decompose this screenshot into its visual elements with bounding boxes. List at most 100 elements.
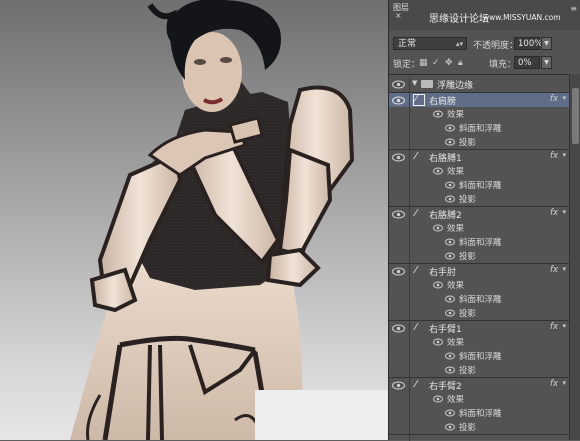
document-canvas[interactable] [0, 0, 388, 440]
visibility-column [389, 406, 410, 421]
scrollbar-thumb[interactable] [572, 88, 579, 144]
layer-row[interactable]: ⁄ 右胳膊2 fx ▾ [389, 206, 569, 221]
effect-row[interactable]: 斜面和浮雕 [389, 235, 569, 250]
effects-label: 效果 [447, 167, 465, 177]
effects-row[interactable]: 效果 [389, 335, 569, 350]
chevron-down-icon[interactable]: ▾ [562, 379, 566, 387]
fx-icon[interactable]: fx [550, 322, 558, 332]
effects-row[interactable]: 效果 [389, 107, 569, 122]
chevron-down-icon[interactable]: ▾ [562, 94, 566, 102]
layer-name: 右胳膊1 [429, 154, 462, 164]
eye-icon[interactable] [445, 124, 455, 132]
layer-row[interactable]: ⁄ 右肩膀 fx ▾ [389, 92, 569, 107]
eye-icon[interactable] [445, 238, 455, 246]
brush-icon: ⁄ [415, 94, 417, 105]
fx-icon[interactable]: fx [550, 94, 558, 104]
eye-icon[interactable] [392, 80, 405, 89]
layer-row[interactable]: ⁄ 右胳膊1 fx ▾ [389, 149, 569, 164]
layer-group-row[interactable]: ▼ 浮雕边缘 [389, 77, 569, 92]
lock-brush-icon[interactable]: ✓ [432, 59, 441, 68]
effects-row[interactable]: 效果 [389, 221, 569, 236]
eye-icon[interactable] [445, 181, 455, 189]
effects-row[interactable]: 效果 [389, 278, 569, 293]
fill-dropdown-icon[interactable]: ▼ [541, 56, 552, 69]
eye-icon[interactable] [445, 309, 455, 317]
eye-icon[interactable] [392, 267, 405, 276]
chevron-down-icon[interactable]: ▾ [562, 151, 566, 159]
effect-row[interactable]: 投影 [389, 192, 569, 207]
visibility-column [389, 292, 410, 307]
eye-icon[interactable] [433, 395, 443, 403]
effects-label: 效果 [447, 281, 465, 291]
effect-row[interactable]: 投影 [389, 306, 569, 321]
eye-icon[interactable] [433, 167, 443, 175]
eye-icon[interactable] [445, 409, 455, 417]
effect-row[interactable]: 斜面和浮雕 [389, 349, 569, 364]
panel-menu-icon[interactable]: ≡ [570, 4, 577, 13]
blend-mode-select[interactable]: 正常 ▴▾ [393, 37, 467, 50]
visibility-column [389, 249, 410, 264]
visibility-column [389, 363, 410, 378]
eye-icon[interactable] [392, 324, 405, 333]
eye-icon[interactable] [392, 381, 405, 390]
eye-icon[interactable] [433, 110, 443, 118]
layer-list-scrollbar[interactable] [569, 74, 580, 440]
chevron-down-icon[interactable]: ▾ [562, 208, 566, 216]
opacity-input[interactable]: 100% [514, 37, 542, 50]
eye-icon[interactable] [392, 153, 405, 162]
effect-row[interactable]: 投影 [389, 249, 569, 264]
fx-icon[interactable]: fx [550, 379, 558, 389]
effect-row[interactable]: 斜面和浮雕 [389, 121, 569, 136]
close-icon[interactable]: × [395, 12, 403, 20]
eye-icon[interactable] [433, 224, 443, 232]
eye-icon[interactable] [392, 210, 405, 219]
effect-drop-shadow: 投影 [459, 366, 477, 376]
eye-icon[interactable] [433, 338, 443, 346]
lock-icon[interactable]: 🔒︎ [458, 59, 467, 68]
fx-icon[interactable]: fx [550, 151, 558, 161]
eye-icon[interactable] [445, 138, 455, 146]
opacity-dropdown-icon[interactable]: ▼ [541, 37, 552, 50]
brush-icon: ⁄ [415, 208, 417, 219]
lock-label: 锁定： [393, 60, 421, 70]
eye-icon[interactable] [392, 96, 405, 105]
effect-row[interactable]: 斜面和浮雕 [389, 292, 569, 307]
watermark-text: 思缘设计论坛 [429, 14, 489, 25]
fx-icon[interactable]: fx [550, 208, 558, 218]
chevron-down-icon[interactable]: ▾ [562, 322, 566, 330]
brush-icon: ⁄ [415, 322, 417, 333]
fx-icon[interactable]: fx [550, 265, 558, 275]
collapse-triangle-icon[interactable]: ▼ [412, 79, 417, 87]
eye-icon[interactable] [445, 366, 455, 374]
effects-row[interactable]: 效果 [389, 392, 569, 407]
layer-list: ▼ 浮雕边缘 ⁄ 右肩膀 fx ▾ 效果 斜面和浮雕 投影 ⁄ 右胳膊1 fx … [389, 74, 569, 441]
right-eye [220, 57, 232, 63]
effect-row[interactable]: 投影 [389, 363, 569, 378]
layer-row[interactable]: ⁄ 右手肘 fx ▾ [389, 263, 569, 278]
eye-icon[interactable] [445, 352, 455, 360]
effects-row[interactable]: 效果 [389, 164, 569, 179]
eye-icon[interactable] [445, 423, 455, 431]
lock-move-icon[interactable]: ✥ [445, 59, 454, 68]
eye-icon[interactable] [433, 281, 443, 289]
fill-input[interactable]: 0% [514, 56, 540, 69]
layer-row[interactable]: ⁄ 右手臂2 fx ▾ [389, 377, 569, 392]
effect-row[interactable]: 斜面和浮雕 [389, 406, 569, 421]
eye-icon[interactable] [445, 252, 455, 260]
visibility-column [389, 178, 410, 193]
lock-transparent-icon[interactable]: ▦ [419, 59, 428, 68]
chevron-down-icon[interactable]: ▾ [562, 265, 566, 273]
visibility-column [389, 306, 410, 321]
effect-row[interactable]: 投影 [389, 135, 569, 150]
effect-drop-shadow: 投影 [459, 195, 477, 205]
layer-row[interactable]: ⁄ 右手臂1 fx ▾ [389, 320, 569, 335]
eye-icon[interactable] [445, 195, 455, 203]
effect-row[interactable]: 斜面和浮雕 [389, 178, 569, 193]
effect-row[interactable]: 投影 [389, 420, 569, 435]
eye-icon[interactable] [445, 295, 455, 303]
layer-name: 右肩膀 [429, 97, 457, 107]
visibility-column [389, 121, 410, 136]
visibility-column [389, 164, 410, 179]
effect-bevel-emboss: 斜面和浮雕 [459, 124, 502, 134]
visibility-column [389, 278, 410, 293]
